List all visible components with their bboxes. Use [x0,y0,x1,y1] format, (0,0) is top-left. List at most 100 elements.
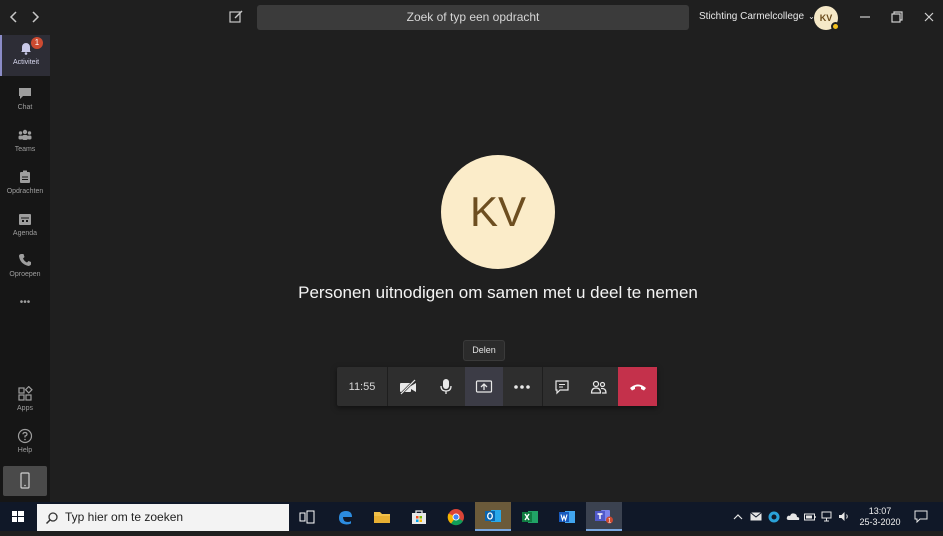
rail-label: Help [17,447,33,454]
restore-icon[interactable] [888,8,906,26]
compose-icon[interactable] [227,8,245,26]
rail-item-agenda[interactable]: Agenda [0,206,50,246]
hang-up-button[interactable] [618,367,657,406]
rail-label: Opdrachten [6,188,44,195]
chat-bubble-icon [554,379,569,394]
search-icon [45,512,58,525]
minimize-icon[interactable] [856,8,874,26]
windows-logo-icon [12,511,24,522]
action-center-button[interactable] [912,502,930,531]
command-search-box[interactable]: Zoek of typ een opdracht [257,5,689,30]
camera-off-icon [400,378,416,395]
participants-button[interactable] [580,367,618,406]
edge-icon [339,510,352,524]
mail-icon [750,512,762,521]
participants-icon [590,380,607,394]
battery-icon [804,513,816,520]
rail-item-opdrachten[interactable]: Opdrachten [0,164,50,204]
show-hidden-icons[interactable] [731,502,745,531]
notifications-icon [914,510,928,523]
taskbar-outlook[interactable] [475,502,511,531]
conversation-button[interactable] [542,367,580,406]
back-arrow-icon[interactable] [5,8,23,26]
assignments-icon [20,170,30,183]
share-button[interactable] [465,367,503,406]
rail-label: Apps [17,405,33,412]
taskbar-search-box[interactable]: Typ hier om te zoeken [37,504,289,531]
camera-toggle-button[interactable] [389,367,427,406]
tray-battery[interactable] [803,502,817,531]
rail-item-oproepen[interactable]: Oproepen [0,247,50,287]
call-timer: 11:55 [337,367,388,406]
start-button[interactable] [0,502,36,531]
task-view-button[interactable] [289,502,325,531]
windows-taskbar: Typ hier om te zoeken 1 13:07 25-3-2020 [0,502,943,531]
apps-icon [18,386,33,401]
taskbar-excel[interactable] [512,502,548,531]
call-controls: 11:55 [337,367,657,406]
org-switcher[interactable]: Stichting Carmelcollege ⌄ [699,11,815,22]
rail-item-chat[interactable]: Chat [0,80,50,120]
outlook-icon [485,509,501,522]
clock-date: 25-3-2020 [859,517,901,527]
close-icon[interactable] [920,8,938,26]
folder-icon [374,511,390,523]
share-screen-icon [475,379,493,393]
taskbar-store[interactable] [401,502,437,531]
rail-label: Chat [17,104,33,111]
chrome-icon [447,508,464,525]
phone-icon [19,254,31,266]
chat-icon [19,88,31,99]
calendar-icon [19,214,31,225]
rail-label: Activiteit [12,59,40,66]
rail-item-teams[interactable]: Teams [0,122,50,162]
profile-avatar[interactable]: KV [814,6,840,31]
taskbar-clock[interactable]: 13:07 25-3-2020 [857,506,903,528]
title-bar: Zoek of typ een opdracht Stichting Carme… [0,0,943,35]
network-icon [821,511,831,522]
invite-message: Personen uitnodigen om samen met u deel … [298,283,698,302]
taskbar-search-placeholder: Typ hier om te zoeken [65,510,184,524]
profile-initials: KV [819,13,833,23]
taskbar-chrome[interactable] [438,502,474,531]
chevron-up-icon [733,513,743,519]
onedrive-icon [786,513,800,520]
rail-label: Oproepen [9,271,41,278]
microphone-icon [440,378,452,394]
help-icon [17,428,33,444]
taskbar-word[interactable] [549,502,585,531]
activity-badge: 1 [31,37,43,49]
rail-label: Teams [14,146,36,153]
tray-app-icon [768,511,780,522]
rail-label: Agenda [12,230,38,237]
tray-mail[interactable] [749,502,763,531]
more-icon [514,384,530,389]
taskbar-file-explorer[interactable] [364,502,400,531]
more-apps-button[interactable]: ••• [0,293,50,313]
share-tooltip: Delen [463,340,505,361]
rail-item-activiteit[interactable]: 1 Activiteit [0,35,50,76]
tray-network[interactable] [820,502,834,531]
task-view-icon [299,510,315,523]
rail-item-help[interactable]: Help [0,423,50,463]
taskbar-edge[interactable] [327,502,363,531]
tray-volume[interactable] [837,502,851,531]
mobile-app-button[interactable] [3,466,47,496]
away-status-icon [831,22,840,31]
teams-app-icon: 1 [595,509,613,524]
more-actions-button[interactable] [503,367,541,406]
microphone-button[interactable] [427,367,465,406]
excel-icon [522,510,538,523]
hang-up-icon [629,384,646,390]
tray-onedrive[interactable] [785,502,801,531]
store-bag-icon [412,509,426,524]
word-icon [559,510,575,523]
org-name: Stichting Carmelcollege [699,11,805,22]
forward-arrow-icon[interactable] [26,8,44,26]
rail-item-apps[interactable]: Apps [0,381,50,421]
teams-window: Zoek of typ een opdracht Stichting Carme… [0,0,943,502]
tray-app[interactable] [767,502,781,531]
taskbar-teams[interactable]: 1 [586,502,622,531]
teams-icon [18,129,32,140]
caller-avatar: KV [441,155,555,269]
